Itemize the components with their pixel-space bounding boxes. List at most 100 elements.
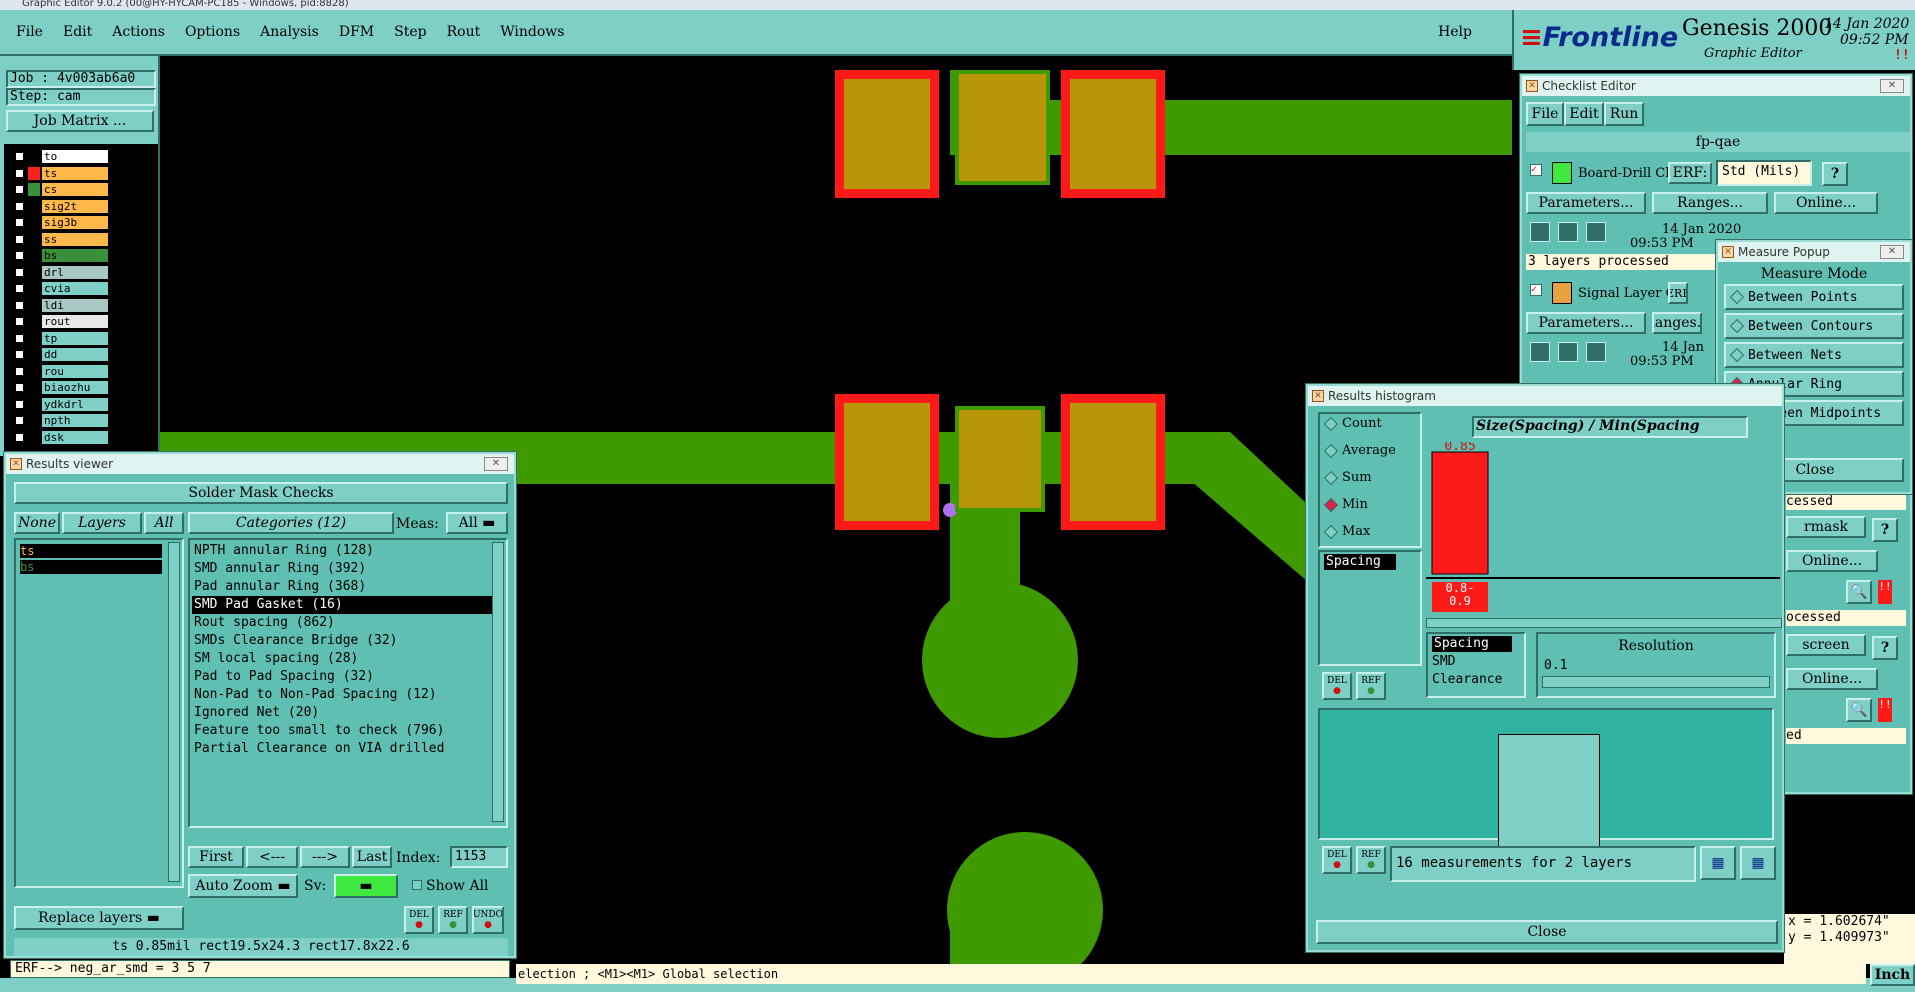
category-item[interactable]: SM local spacing (28) [192, 650, 492, 668]
layer-checkbox[interactable] [15, 333, 24, 343]
menu-dfm[interactable]: DFM [339, 24, 374, 40]
row1-online[interactable]: Online... [1774, 192, 1878, 214]
row1-std[interactable]: Std (Mils) [1716, 160, 1812, 186]
tab-layers[interactable]: Layers [62, 512, 142, 534]
row2-label[interactable]: Signal Layer Ch [1578, 286, 1668, 302]
layer-row-sig2t[interactable]: sig2t [12, 199, 108, 213]
layer-row-dd[interactable]: dd [12, 348, 108, 361]
menu-step[interactable]: Step [394, 24, 426, 40]
histogram-bin-list[interactable]: Spacing SMD Clearance [1426, 632, 1526, 698]
category-item[interactable]: NPTH annular Ring (128) [192, 542, 492, 560]
category-item[interactable]: Feature too small to check (796) [192, 722, 492, 740]
category-item[interactable]: Rout spacing (862) [192, 614, 492, 632]
checklist-menu-file[interactable]: File [1526, 102, 1564, 126]
layer-checkbox[interactable] [15, 350, 24, 359]
close-icon[interactable]: ✕ [484, 457, 508, 471]
layer-name[interactable]: biaozhu [42, 381, 108, 394]
layer-checkbox[interactable] [15, 185, 24, 194]
checklist-menu-edit[interactable]: Edit [1564, 102, 1604, 126]
layer-row-biaozhu[interactable]: biaozhu [12, 381, 108, 394]
bin-clearance[interactable]: Clearance [1432, 672, 1502, 687]
histogram-left-list[interactable]: Spacing [1318, 550, 1422, 666]
layer-name[interactable]: sig3b [42, 216, 108, 229]
layer-name[interactable]: to [42, 150, 108, 163]
next-button[interactable]: ---> [300, 846, 350, 868]
row1-parameters[interactable]: Parameters... [1526, 192, 1646, 214]
partial-screen[interactable]: screen [1786, 634, 1866, 656]
layer-name[interactable]: dsk [42, 430, 108, 444]
row2-parameters[interactable]: Parameters... [1526, 312, 1646, 334]
layer-name[interactable]: ldi [42, 298, 108, 312]
hist-ref-icon-2[interactable]: REF ● [1356, 846, 1386, 874]
histogram-mode-option[interactable]: Sum [1323, 470, 1372, 485]
layer-row-tp[interactable]: tp [12, 331, 108, 345]
layer-name[interactable]: ydkdrl [42, 397, 108, 411]
layer-name[interactable]: cvia [42, 282, 108, 295]
menu-actions[interactable]: Actions [112, 24, 165, 40]
layer-checkbox[interactable] [15, 399, 24, 409]
measure-mode-option[interactable]: Between Nets [1724, 342, 1904, 368]
partial-online-2[interactable]: Online... [1786, 550, 1878, 572]
histogram-hscroll[interactable] [1426, 618, 1782, 628]
layer-name[interactable]: sig2t [42, 199, 108, 213]
histogram-mode-option[interactable]: Max [1323, 524, 1370, 539]
layer-name[interactable]: ss [42, 232, 108, 246]
row1-help[interactable]: ? [1822, 162, 1848, 186]
histogram-close-button[interactable]: Close [1316, 920, 1778, 944]
zoom-icon[interactable]: 🔍 [1846, 580, 1872, 604]
layer-checkbox[interactable] [15, 383, 24, 392]
layer-row-npth[interactable]: npth [12, 414, 108, 427]
index-input[interactable]: 1153 [450, 846, 508, 868]
prev-button[interactable]: <--- [246, 846, 298, 868]
replace-layers-dropdown[interactable]: Replace layers ▬ [14, 906, 184, 930]
ref-icon[interactable]: REF ● [438, 906, 468, 934]
layer-name[interactable]: npth [42, 414, 108, 427]
layer-row-to[interactable]: to [12, 150, 108, 163]
layer-checkbox[interactable] [15, 234, 24, 244]
menu-file[interactable]: File [16, 24, 43, 40]
zoom-icon[interactable]: 🔍 [1846, 698, 1872, 722]
layer-checkbox[interactable] [15, 218, 24, 227]
layer-checkbox[interactable] [15, 251, 24, 260]
layer-row-cvia[interactable]: cvia [12, 282, 108, 295]
row2-erf[interactable]: ERF [1668, 282, 1688, 304]
categories-button[interactable]: Categories (12) [188, 512, 394, 534]
layer-checkbox[interactable] [15, 267, 24, 277]
undo-icon[interactable]: UNDO ● [472, 906, 504, 934]
meas-dropdown[interactable]: All ▬ [446, 512, 508, 534]
layers-listbox[interactable]: ts bs [14, 538, 184, 888]
measure-mode-option[interactable]: Between Contours [1724, 313, 1904, 339]
layer-row-rout[interactable]: rout [12, 315, 108, 328]
hist-del-icon-2[interactable]: DEL ● [1322, 846, 1352, 874]
layer-name[interactable]: tp [42, 331, 108, 345]
layer-checkbox[interactable] [15, 201, 24, 211]
close-icon[interactable]: ✕ [1880, 245, 1904, 259]
menu-help[interactable]: Help [1438, 24, 1472, 40]
category-item[interactable]: SMDs Clearance Bridge (32) [192, 632, 492, 650]
layer-row-ydkdrl[interactable]: ydkdrl [12, 397, 108, 411]
tab-none[interactable]: None [14, 512, 60, 534]
partial-mask[interactable]: rmask [1786, 516, 1866, 538]
left-list-spacing[interactable]: Spacing [1324, 554, 1396, 570]
layer-checkbox[interactable] [15, 432, 24, 442]
run-icon[interactable] [1558, 222, 1578, 242]
layer-name[interactable]: dd [42, 348, 108, 361]
layer-row-ts[interactable]: ts [12, 166, 108, 180]
partial-help-1[interactable]: ? [1872, 518, 1898, 542]
run-icon[interactable] [1586, 222, 1606, 242]
layer-row-sig3b[interactable]: sig3b [12, 216, 108, 229]
del-icon[interactable]: DEL ● [404, 906, 434, 934]
row1-ranges[interactable]: Ranges... [1652, 192, 1768, 214]
hist-ref-icon[interactable]: REF ● [1356, 672, 1386, 700]
tab-all[interactable]: All [144, 512, 184, 534]
category-item[interactable]: SMD Pad Gasket (16) [192, 596, 492, 614]
category-item[interactable]: Non-Pad to Non-Pad Spacing (12) [192, 686, 492, 704]
categories-scrollbar[interactable] [492, 542, 504, 822]
histogram-mode-option[interactable]: Average [1323, 443, 1396, 458]
layer-list[interactable]: to ts cs sig2t sig3b ss bs drl cvia ldi rout tp dd ro… [4, 144, 158, 454]
layer-row-rou[interactable]: rou [12, 364, 108, 378]
categories-listbox[interactable]: NPTH annular Ring (128) SMD annular Ring … [188, 538, 508, 828]
histogram-mode-option[interactable]: Count [1323, 416, 1382, 431]
bin-spacing[interactable]: Spacing [1432, 636, 1512, 652]
auto-zoom-dropdown[interactable]: Auto Zoom ▬ [188, 874, 298, 898]
